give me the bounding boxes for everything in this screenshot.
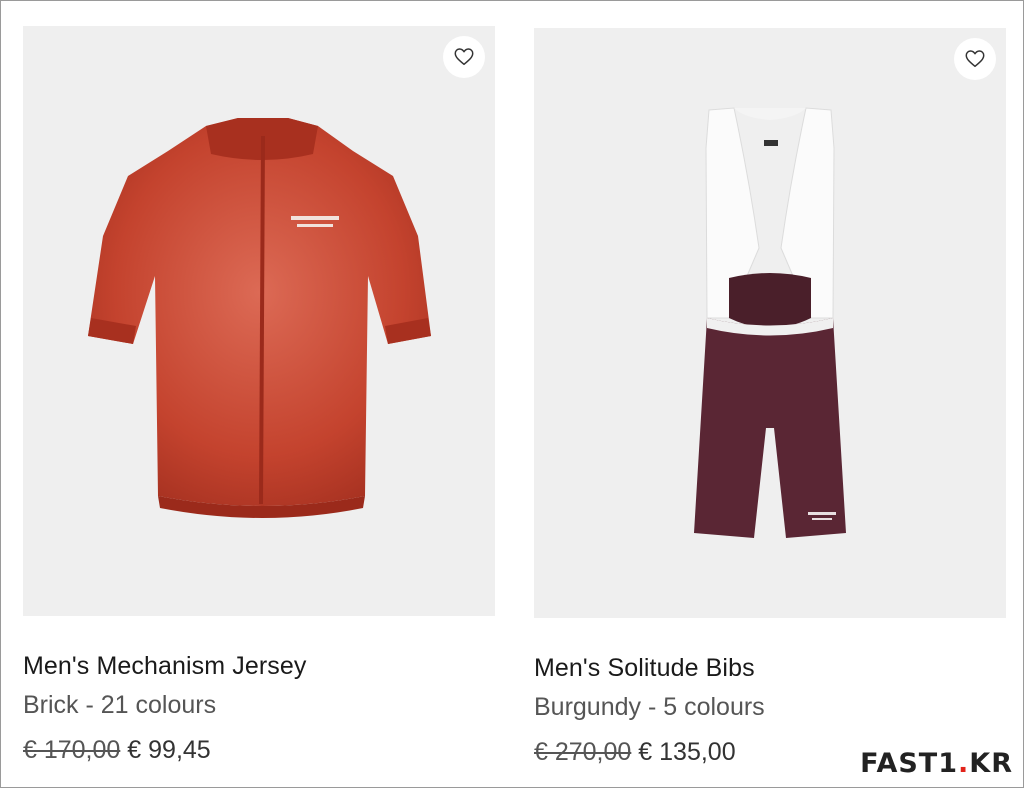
product-name[interactable]: Men's Mechanism Jersey (23, 650, 495, 682)
product-variant: Brick - 21 colours (23, 691, 217, 719)
sale-price: € 135,00 (638, 738, 736, 766)
original-price: € 170,00 (23, 736, 121, 764)
product-image[interactable] (534, 28, 1006, 618)
watermark-prefix: FAST1 (860, 748, 959, 779)
product-name[interactable]: Men's Solitude Bibs (534, 652, 1006, 684)
product-card-jersey[interactable]: Men's Mechanism Jersey Brick - 21 colour… (23, 26, 495, 766)
heart-outline-icon (965, 50, 985, 68)
product-price: € 170,00 € 99,45 (23, 734, 495, 766)
product-image[interactable] (23, 26, 495, 616)
watermark-dot: . (958, 748, 970, 779)
heart-outline-icon (454, 48, 474, 66)
sale-price: € 99,45 (127, 736, 211, 764)
watermark-suffix: KR (969, 748, 1013, 779)
product-grid: Men's Mechanism Jersey Brick - 21 colour… (0, 0, 1024, 788)
watermark-logo: FAST1.KR (860, 748, 1013, 779)
bibs-image (694, 107, 846, 538)
product-card-bibs[interactable]: Men's Solitude Bibs Burgundy - 5 colours… (534, 28, 1006, 768)
product-variant: Burgundy - 5 colours (534, 693, 765, 721)
original-price: € 270,00 (534, 738, 632, 766)
wishlist-button[interactable] (954, 38, 996, 80)
jersey-image (88, 118, 431, 518)
wishlist-button[interactable] (443, 36, 485, 78)
